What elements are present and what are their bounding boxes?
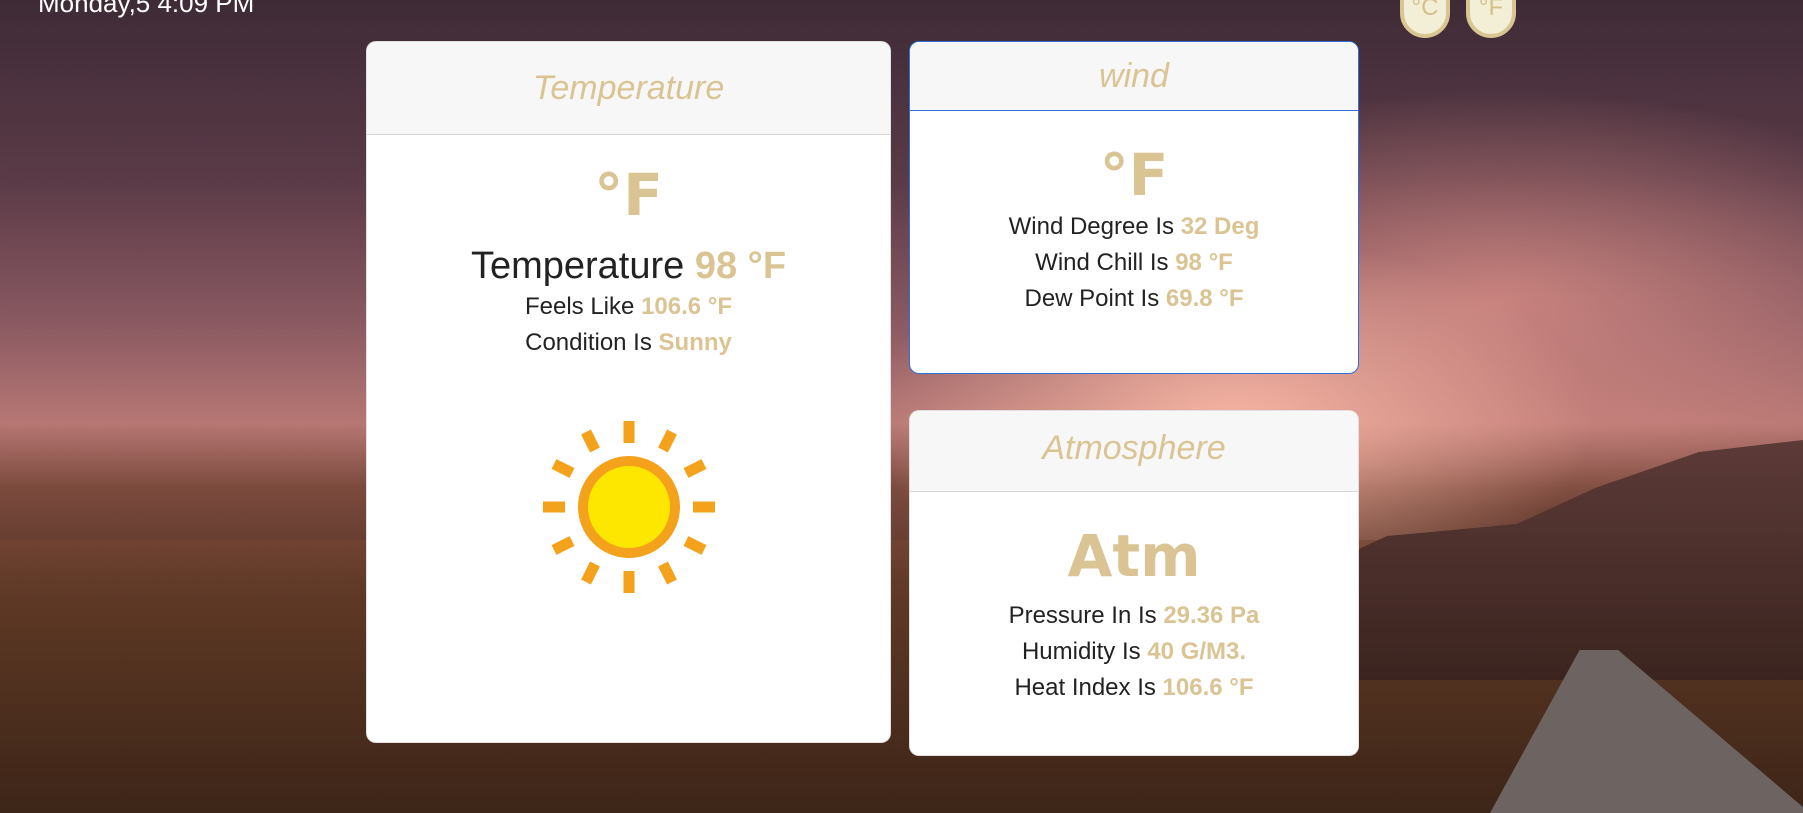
fahrenheit-button[interactable]: °F (1466, 0, 1516, 38)
wind-chill-row: Wind Chill Is 98 °F (910, 245, 1358, 281)
temperature-row: Temperature 98 °F (367, 243, 890, 289)
feels-like-row: Feels Like 106.6 °F (367, 289, 890, 325)
wind-degree-value: 32 Deg (1180, 213, 1260, 240)
sun-icon (542, 421, 715, 593)
atmosphere-card: Atmosphere Atm Pressure In Is 29.36 Pa H… (909, 410, 1359, 756)
condition-label: Condition Is (525, 329, 652, 356)
condition-value: Sunny (658, 329, 732, 356)
temperature-card-title: Temperature (367, 42, 890, 135)
wind-card-title: wind (910, 42, 1358, 111)
dew-point-value: 69.8 °F (1165, 285, 1244, 312)
wind-degree-label: Wind Degree Is (1008, 213, 1175, 240)
atmosphere-symbol: Atm (1067, 522, 1201, 590)
atmosphere-card-title: Atmosphere (910, 411, 1358, 492)
feels-like-label: Feels Like (524, 293, 635, 320)
temperature-label: Temperature (470, 245, 685, 287)
wind-degree-row: Wind Degree Is 32 Deg (910, 209, 1358, 245)
humidity-row: Humidity Is 40 G/M3. (910, 634, 1358, 670)
wind-chill-label: Wind Chill Is (1035, 249, 1169, 276)
background-mountain (1283, 440, 1803, 680)
feels-like-value: 106.6 °F (641, 293, 733, 320)
dew-point-label: Dew Point Is (1024, 285, 1160, 312)
pressure-label: Pressure In Is (1008, 602, 1157, 629)
celsius-button[interactable]: °C (1400, 0, 1450, 38)
condition-row: Condition Is Sunny (367, 325, 890, 361)
wind-card: wind °F Wind Degree Is 32 Deg Wind Chill… (909, 41, 1359, 374)
temperature-card: Temperature °F Temperature 98 °F Feels L… (366, 41, 891, 743)
humidity-label: Humidity Is (1021, 638, 1141, 665)
dew-point-row: Dew Point Is 69.8 °F (910, 281, 1358, 317)
wind-unit-symbol: °F (1099, 141, 1169, 209)
current-datetime: Monday,5 4:09 PM (38, 0, 255, 18)
temperature-unit-symbol: °F (594, 161, 663, 229)
pressure-row: Pressure In Is 29.36 Pa (910, 598, 1358, 634)
temperature-value: 98 °F (694, 245, 787, 287)
humidity-value: 40 G/M3. (1147, 638, 1247, 665)
heat-index-value: 106.6 °F (1162, 674, 1254, 701)
wind-chill-value: 98 °F (1175, 249, 1233, 276)
pressure-value: 29.36 Pa (1163, 602, 1260, 629)
heat-index-row: Heat Index Is 106.6 °F (910, 670, 1358, 706)
heat-index-label: Heat Index Is (1014, 674, 1156, 701)
